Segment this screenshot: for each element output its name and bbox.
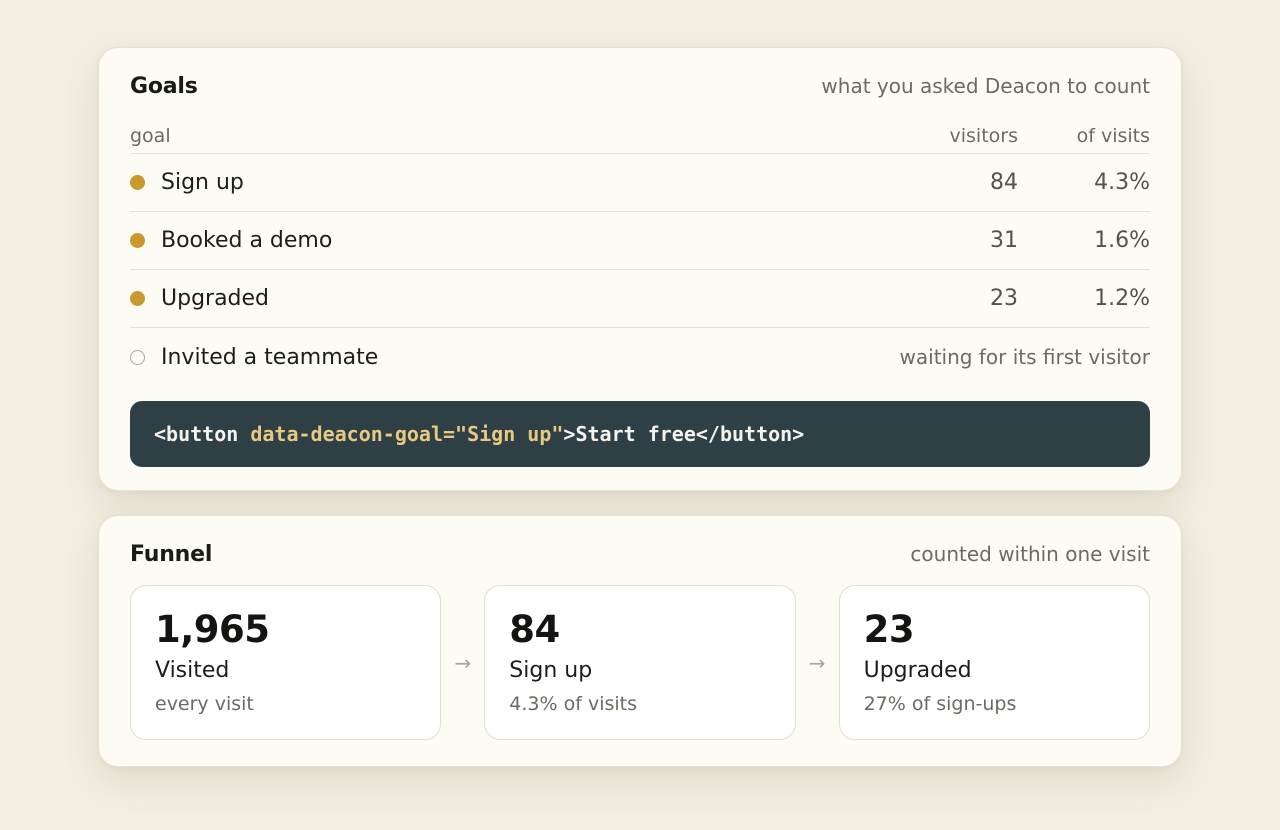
- goal-pct: 1.2%: [1094, 286, 1150, 311]
- goal-waiting-status: waiting for its first visitor: [899, 345, 1150, 369]
- funnel-step-sign-up[interactable]: 84 Sign up 4.3% of visits: [484, 585, 796, 740]
- funnel-header: Funnel counted within one visit: [130, 542, 1150, 567]
- funnel-step-upgraded[interactable]: 23 Upgraded 27% of sign-ups: [838, 585, 1150, 740]
- column-visitors: visitors: [949, 124, 1019, 147]
- goal-name: Sign up: [161, 170, 244, 195]
- goal-code-snippet[interactable]: <button data-deacon-goal="Sign up" >Start…: [130, 401, 1150, 467]
- goal-active-dot-icon: [130, 175, 145, 190]
- funnel-step-visited[interactable]: 1,965 Visited every visit: [130, 585, 442, 740]
- goal-row-upgraded[interactable]: Upgraded 23 1.2%: [130, 270, 1150, 328]
- column-goal: goal: [130, 124, 171, 147]
- goals-subtitle: what you asked Deacon to count: [821, 74, 1150, 98]
- arrow-right-icon: →: [454, 650, 472, 675]
- goal-pending-dot-icon: [130, 349, 145, 365]
- code-tag-rest: >Start free</button>: [563, 422, 805, 446]
- funnel-step-label: Sign up: [509, 658, 593, 683]
- goals-header: Goals what you asked Deacon to count: [130, 74, 1150, 99]
- code-tag-open: <button: [154, 422, 251, 446]
- goals-table: goal visitors of visits Sign up 84 4.3% …: [130, 118, 1150, 386]
- goals-table-header: goal visitors of visits: [130, 118, 1150, 154]
- funnel-title: Funnel: [130, 542, 213, 567]
- funnel-step-value: 84: [509, 608, 560, 651]
- funnel-step-label: Upgraded: [863, 658, 972, 683]
- goal-visitors: 84: [990, 170, 1018, 195]
- goal-visitors: 23: [990, 286, 1018, 311]
- goal-row-booked-a-demo[interactable]: Booked a demo 31 1.6%: [130, 212, 1150, 270]
- funnel-card: Funnel counted within one visit 1,965 Vi…: [98, 515, 1182, 767]
- funnel-step-label: Visited: [155, 658, 230, 683]
- goal-pct: 4.3%: [1094, 170, 1150, 195]
- goal-active-dot-icon: [130, 291, 145, 306]
- funnel-step-subtext: every visit: [155, 693, 254, 715]
- goal-row-sign-up[interactable]: Sign up 84 4.3%: [130, 154, 1150, 212]
- funnel-steps: 1,965 Visited every visit → 84 Sign up 4…: [130, 585, 1150, 740]
- goals-title: Goals: [130, 74, 198, 99]
- code-goal-attribute: data-deacon-goal="Sign up": [250, 422, 564, 446]
- funnel-step-subtext: 27% of sign-ups: [863, 693, 1017, 715]
- goal-name: Upgraded: [161, 286, 270, 311]
- goal-visitors: 31: [990, 228, 1018, 253]
- funnel-step-value: 23: [863, 608, 915, 651]
- goal-row-invited-a-teammate[interactable]: Invited a teammate waiting for its first…: [130, 328, 1150, 386]
- goal-pct: 1.6%: [1094, 228, 1150, 253]
- goals-card: Goals what you asked Deacon to count goa…: [98, 47, 1182, 491]
- column-of-visits: of visits: [1076, 124, 1150, 147]
- goal-active-dot-icon: [130, 233, 145, 248]
- funnel-step-value: 1,965: [155, 608, 270, 651]
- goal-name: Invited a teammate: [161, 344, 379, 370]
- funnel-step-subtext: 4.3% of visits: [509, 693, 638, 715]
- arrow-right-icon: →: [808, 650, 826, 675]
- goal-name: Booked a demo: [161, 228, 333, 253]
- funnel-subtitle: counted within one visit: [910, 542, 1150, 566]
